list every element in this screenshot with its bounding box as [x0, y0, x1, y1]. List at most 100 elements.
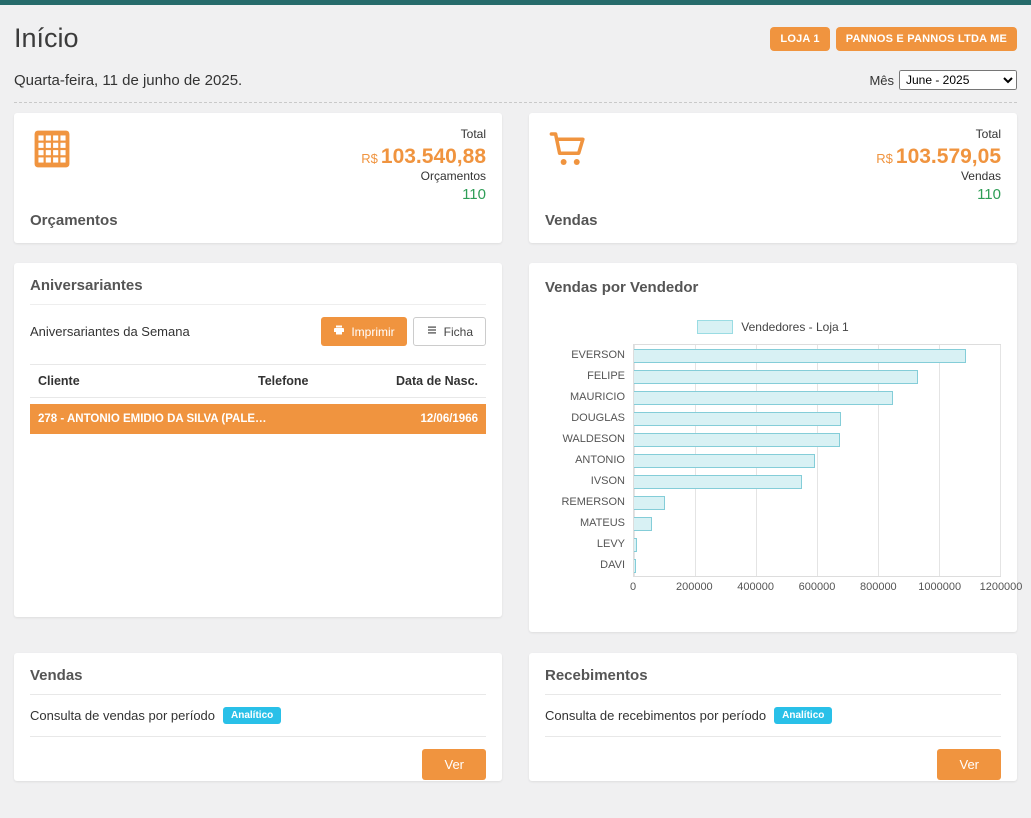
chart-plot — [633, 344, 1001, 577]
chart-category-label: EVERSON — [545, 344, 633, 365]
legend-swatch — [697, 320, 733, 334]
row-data-nasc: 12/06/1966 — [420, 413, 478, 425]
chart-bar-row — [634, 492, 1000, 513]
chart-category-label: DAVI — [545, 554, 633, 575]
chart-bar — [634, 370, 918, 384]
chart-bar — [634, 517, 652, 531]
recebimentos-card-title: Recebimentos — [545, 667, 1001, 684]
chart-category-label: MATEUS — [545, 512, 633, 533]
vendas-card: Vendas Consulta de vendas por período An… — [14, 653, 502, 781]
month-label: Mês — [869, 73, 894, 88]
store-badge[interactable]: LOJA 1 — [770, 27, 829, 51]
vendas-card-body: Consulta de vendas por período — [30, 708, 215, 723]
chart-category-label: REMERSON — [545, 491, 633, 512]
ver-recebimentos-button[interactable]: Ver — [937, 749, 1001, 780]
sales-by-seller-card: Vendas por Vendedor Vendedores - Loja 1 … — [529, 263, 1017, 632]
chart-xticks: 020000040000060000080000010000001200000 — [633, 581, 1001, 597]
current-date: Quarta-feira, 11 de junho de 2025. — [14, 72, 242, 89]
vendas-card-title: Vendas — [30, 667, 486, 684]
cart-icon — [545, 127, 598, 174]
column-data-nasc: Data de Nasc. — [373, 374, 478, 388]
orcamentos-stat-card: Orçamentos Total R$103.540,88 Orçamentos… — [14, 113, 502, 243]
chart-bar-row — [634, 450, 1000, 471]
recebimentos-card-body: Consulta de recebimentos por período — [545, 708, 766, 723]
stat-label: Vendas — [545, 212, 598, 229]
ficha-button-label: Ficha — [444, 325, 473, 339]
count-value: 110 — [876, 186, 1001, 203]
total-value: 103.579,05 — [896, 145, 1001, 168]
company-badge[interactable]: PANNOS E PANNOS LTDA ME — [836, 27, 1017, 51]
birthdays-card: Aniversariantes Aniversariantes da Seman… — [14, 263, 502, 617]
chart-category-label: MAURICIO — [545, 386, 633, 407]
header-badges: LOJA 1 PANNOS E PANNOS LTDA ME — [770, 27, 1017, 51]
chart-gridline — [1000, 345, 1001, 576]
total-label: Total — [361, 127, 486, 141]
chart-category-label: IVSON — [545, 470, 633, 491]
chart-labels: EVERSONFELIPEMAURICIODOUGLASWALDESONANTO… — [545, 344, 633, 577]
chart-bar — [634, 454, 815, 468]
chart-xtick-label: 600000 — [799, 581, 836, 593]
birthdays-title: Aniversariantes — [30, 277, 486, 294]
bar-chart: EVERSONFELIPEMAURICIODOUGLASWALDESONANTO… — [545, 344, 1001, 577]
recebimentos-card: Recebimentos Consulta de recebimentos po… — [529, 653, 1017, 781]
chart-bar-row — [634, 387, 1000, 408]
total-amount: R$103.540,88 — [361, 145, 486, 169]
chart-bar — [634, 475, 802, 489]
page-title: Início — [14, 23, 79, 54]
column-telefone: Telefone — [258, 374, 373, 388]
chart-xtick-label: 1200000 — [980, 581, 1023, 593]
chart-bar-row — [634, 534, 1000, 555]
birthdays-subtitle: Aniversariantes da Semana — [30, 324, 190, 339]
calculator-icon — [30, 127, 118, 176]
row-cliente: 278 - ANTONIO EMIDIO DA SILVA (PALE… — [38, 413, 267, 425]
analitico-badge: Analítico — [223, 707, 281, 724]
chart-category-label: DOUGLAS — [545, 407, 633, 428]
analitico-badge: Analítico — [774, 707, 832, 724]
chart-bar-row — [634, 513, 1000, 534]
chart-category-label: ANTONIO — [545, 449, 633, 470]
chart-category-label: FELIPE — [545, 365, 633, 386]
page: Início LOJA 1 PANNOS E PANNOS LTDA ME Qu… — [0, 5, 1031, 781]
chart-category-label: WALDESON — [545, 428, 633, 449]
chart-bar — [634, 349, 966, 363]
chart-bar-row — [634, 429, 1000, 450]
column-cliente: Cliente — [38, 374, 258, 388]
total-label: Total — [876, 127, 1001, 141]
chart-bar-row — [634, 471, 1000, 492]
chart-bar — [634, 496, 665, 510]
printer-icon — [333, 324, 345, 339]
chart-xtick-label: 800000 — [860, 581, 897, 593]
count-value: 110 — [361, 186, 486, 203]
total-amount: R$103.579,05 — [876, 145, 1001, 169]
legend-label: Vendedores - Loja 1 — [741, 320, 848, 334]
vendas-stat-card: Vendas Total R$103.579,05 Vendas 110 — [529, 113, 1017, 243]
chart-xtick-label: 1000000 — [918, 581, 961, 593]
count-label: Orçamentos — [361, 169, 486, 183]
chart-bar-row — [634, 408, 1000, 429]
chart-title: Vendas por Vendedor — [545, 279, 1001, 296]
print-button[interactable]: Imprimir — [321, 317, 406, 346]
chart-bar-row — [634, 345, 1000, 366]
chart-xtick-label: 200000 — [676, 581, 713, 593]
chart-bar-row — [634, 366, 1000, 387]
table-row[interactable]: 278 - ANTONIO EMIDIO DA SILVA (PALE… 12/… — [30, 404, 486, 434]
chart-xtick-label: 0 — [630, 581, 636, 593]
list-icon — [426, 324, 438, 339]
total-value: 103.540,88 — [381, 145, 486, 168]
stat-label: Orçamentos — [30, 212, 118, 229]
currency-symbol: R$ — [876, 151, 893, 166]
birthdays-table-header: Cliente Telefone Data de Nasc. — [30, 364, 486, 398]
ver-vendas-button[interactable]: Ver — [422, 749, 486, 780]
ficha-button[interactable]: Ficha — [413, 317, 486, 346]
month-select[interactable]: June - 2025 — [899, 70, 1017, 90]
chart-bar — [634, 433, 840, 447]
chart-xtick-label: 400000 — [737, 581, 774, 593]
chart-bar-row — [634, 555, 1000, 576]
chart-category-label: LEVY — [545, 533, 633, 554]
count-label: Vendas — [876, 169, 1001, 183]
print-button-label: Imprimir — [351, 325, 394, 339]
chart-bar — [634, 391, 893, 405]
chart-bar — [634, 559, 636, 573]
currency-symbol: R$ — [361, 151, 378, 166]
chart-bar — [634, 538, 637, 552]
